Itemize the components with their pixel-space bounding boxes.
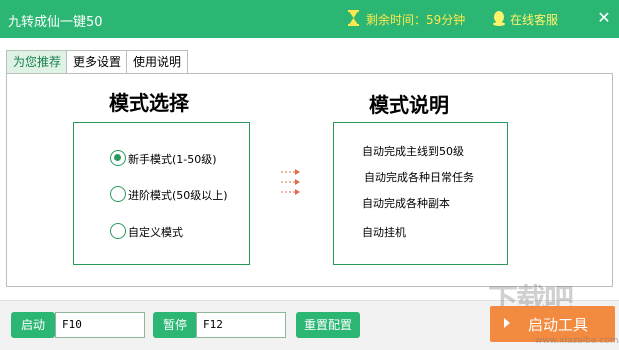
desc-line: 自动完成各种副本: [362, 197, 450, 210]
radio-label: 新手模式(1-50级): [128, 153, 217, 166]
hourglass-icon: [348, 10, 359, 26]
radio-label: 自定义模式: [128, 226, 183, 239]
radio-circle: [110, 223, 126, 239]
desc-line: 自动完成主线到50级: [362, 145, 464, 158]
start-hotkey-input[interactable]: F10: [55, 312, 145, 338]
close-icon[interactable]: ✕: [596, 10, 612, 26]
mode-select-box: 新手模式(1-50级) 进阶模式(50级以上) 自定义模式: [73, 122, 250, 265]
online-support-link[interactable]: 在线客服: [510, 11, 558, 28]
radio-label: 进阶模式(50级以上): [128, 189, 228, 202]
app-title: 九转成仙一键50: [8, 15, 103, 30]
main-panel: 模式选择 模式说明 新手模式(1-50级) 进阶模式(50级以上) 自定义模式 …: [6, 73, 613, 287]
mode-desc-title: 模式说明: [369, 93, 449, 117]
mode-select-title: 模式选择: [109, 91, 189, 115]
play-arrow-icon: [504, 318, 510, 328]
start-tool-label: 启动工具: [528, 316, 589, 334]
start-hotkey-label: 启动: [11, 312, 55, 338]
tab-instructions[interactable]: 使用说明: [126, 50, 189, 74]
pause-hotkey-label: 暂停: [153, 312, 197, 338]
watermark-url: www.xiazaiba.com: [535, 336, 619, 346]
desc-line: 自动挂机: [362, 226, 406, 239]
desc-line: 自动完成各种日常任务: [364, 171, 474, 184]
radio-circle: [110, 186, 126, 202]
radio-circle: [110, 150, 126, 166]
reset-config-button[interactable]: 重置配置: [296, 312, 360, 338]
remaining-time: 剩余时间：59分钟: [366, 13, 466, 27]
dashed-arrows-icon: [281, 169, 300, 195]
qq-penguin-icon[interactable]: [492, 10, 506, 26]
mode-desc-box: 自动完成主线到50级 自动完成各种日常任务 自动完成各种副本 自动挂机: [333, 122, 508, 265]
title-bar: 九转成仙一键50 剩余时间：59分钟 在线客服 ✕: [0, 0, 619, 38]
tab-recommend[interactable]: 为您推荐: [6, 50, 69, 74]
tab-more-settings[interactable]: 更多设置: [66, 50, 129, 74]
pause-hotkey-input[interactable]: F12: [196, 312, 286, 338]
